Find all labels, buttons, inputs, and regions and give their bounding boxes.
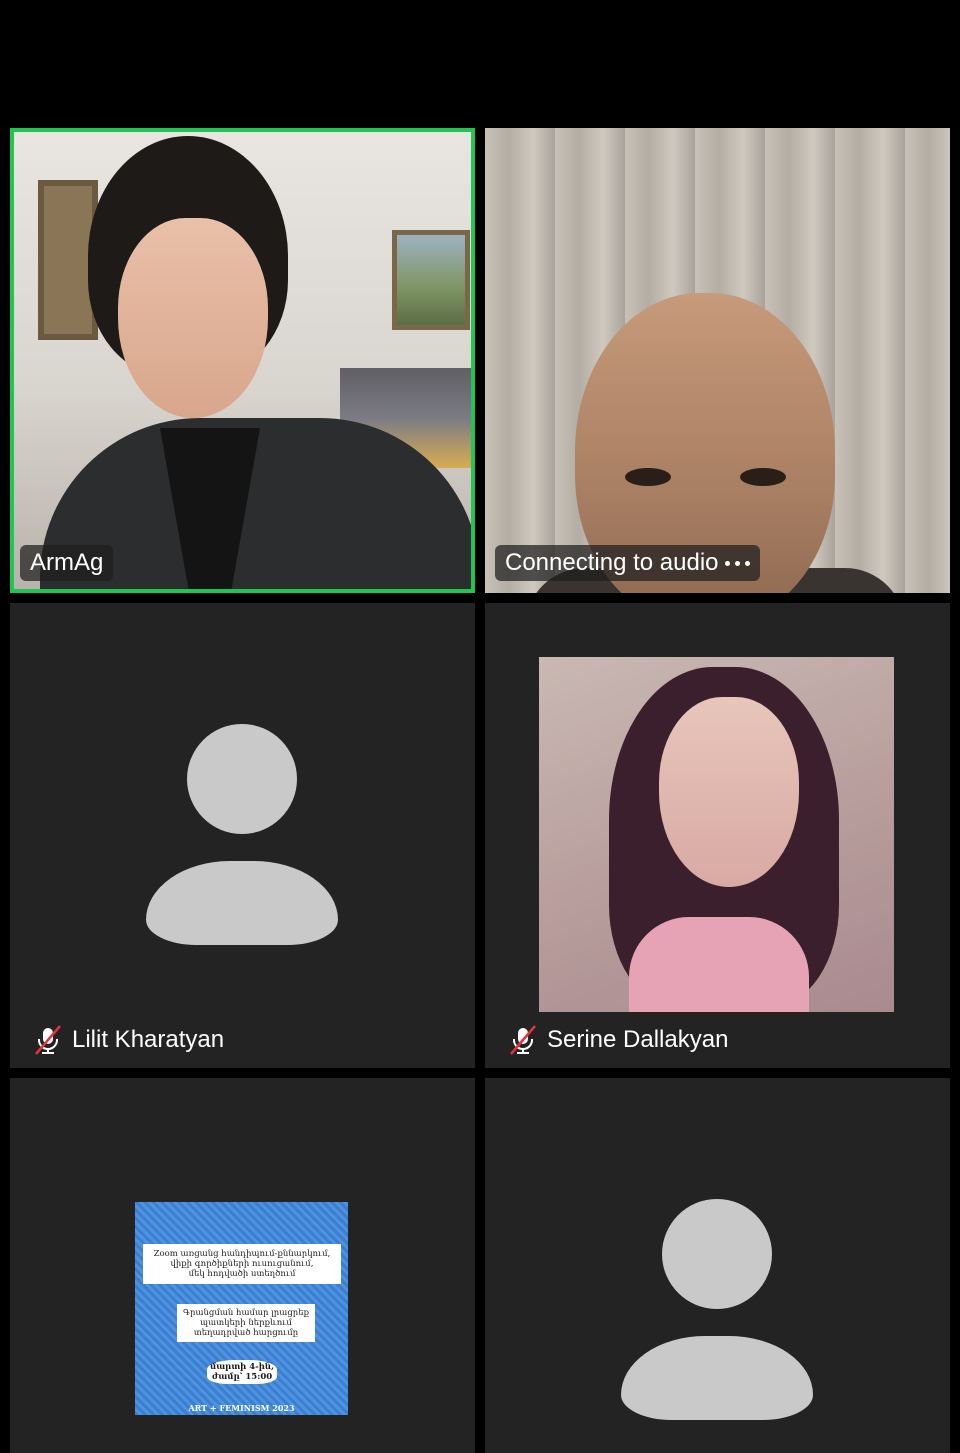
mic-muted-icon <box>35 1025 61 1055</box>
participant-name-label: Lilit Kharatyan <box>22 1022 234 1058</box>
participant-tile-unnamed[interactable] <box>485 1078 950 1453</box>
poster-text: Գրանցման համար լրացրեք <box>182 1308 310 1318</box>
poster-registration-box: Գրանցման համար լրացրեք պատկերի ներքևում … <box>177 1304 315 1342</box>
poster-intro-box: Zoom առցանց հանդիպում-քննարկում, վիքի գո… <box>143 1244 341 1284</box>
participant-name: Serine Dallakyan <box>547 1026 729 1053</box>
poster-date: մարտի 4-ին, <box>210 1362 274 1372</box>
poster-date-box: մարտի 4-ին, ժամը՝ 15:00 <box>207 1360 277 1384</box>
person-eye <box>625 468 671 486</box>
person-face <box>118 218 268 418</box>
top-bar <box>0 0 960 118</box>
participant-name-label: Serine Dallakyan <box>497 1022 738 1058</box>
participant-tile-lilit[interactable]: Lilit Kharatyan <box>10 603 475 1068</box>
wall-painting <box>392 230 470 330</box>
participant-tile-connecting[interactable]: Connecting to audio <box>485 128 950 593</box>
participant-tile-poster[interactable]: Zoom առցանց հանդիպում-քննարկում, վիքի գո… <box>10 1078 475 1453</box>
poster-text: մեկ հոդվածի ստեղծում <box>188 1269 296 1279</box>
mic-muted-icon <box>510 1025 536 1055</box>
default-avatar-icon <box>485 1078 950 1453</box>
participant-status-label: Connecting to audio <box>495 545 760 581</box>
event-poster-image: Zoom առցանց հանդիպում-քննարկում, վիքի գո… <box>135 1202 348 1415</box>
participant-tile-serine[interactable]: Serine Dallakyan <box>485 603 950 1068</box>
poster-time: ժամը՝ 15:00 <box>211 1372 273 1382</box>
profile-photo <box>539 657 894 1012</box>
poster-text: տեղադրված հարցումը <box>193 1328 299 1338</box>
default-avatar-icon <box>10 603 475 1068</box>
poster-text: վիքի գործիքների ուսուցանում, <box>170 1259 314 1269</box>
participant-name-label: ArmAg <box>20 545 114 581</box>
person-eye <box>740 468 786 486</box>
poster-text: Zoom առցանց հանդիպում-քննարկում, <box>153 1249 331 1259</box>
participant-video <box>485 128 950 593</box>
participant-tile-armag[interactable]: ArmAg <box>10 128 475 593</box>
participant-name: ArmAg <box>30 549 104 576</box>
poster-footer: ART + FEMINISM 2023 <box>188 1403 295 1413</box>
loading-dots-icon <box>724 560 750 566</box>
connecting-audio-status: Connecting to audio <box>505 549 719 576</box>
participant-name: Lilit Kharatyan <box>72 1026 225 1053</box>
participant-video <box>10 128 475 593</box>
poster-text: պատկերի ներքևում <box>200 1318 292 1328</box>
